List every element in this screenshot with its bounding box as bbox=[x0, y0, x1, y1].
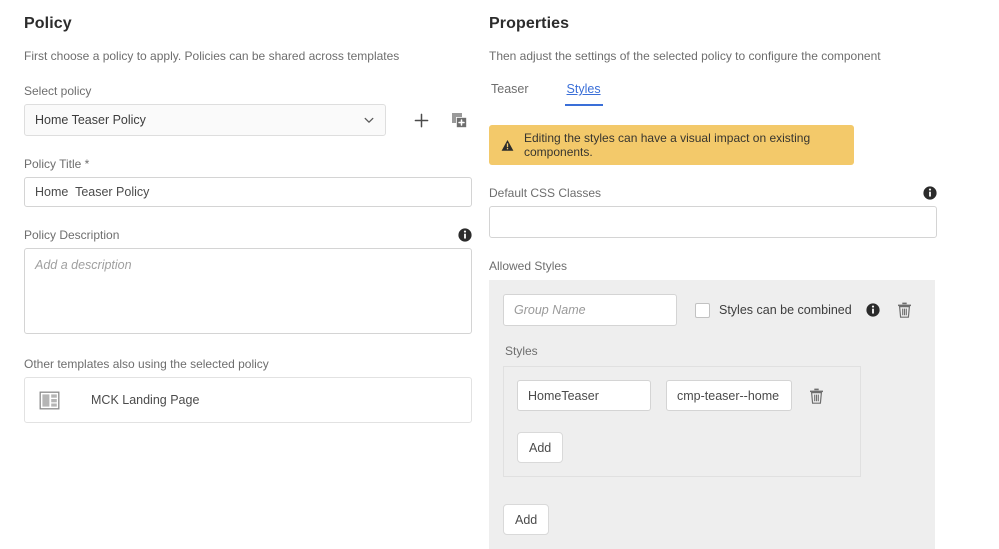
other-templates-label: Other templates also using the selected … bbox=[24, 357, 472, 371]
trash-icon bbox=[809, 388, 824, 404]
other-templates-list: MCK Landing Page bbox=[24, 377, 472, 423]
default-css-classes-label-row: Default CSS Classes bbox=[489, 186, 937, 200]
policy-panel-subtitle: First choose a policy to apply. Policies… bbox=[24, 49, 472, 63]
copy-add-icon bbox=[451, 112, 468, 129]
info-icon[interactable] bbox=[866, 303, 880, 317]
select-policy-label: Select policy bbox=[24, 84, 472, 98]
warning-triangle-icon bbox=[501, 139, 514, 152]
properties-panel-title: Properties bbox=[489, 15, 937, 33]
info-icon[interactable] bbox=[923, 186, 937, 200]
properties-panel-subtitle: Then adjust the settings of the selected… bbox=[489, 49, 937, 63]
delete-group-button[interactable] bbox=[897, 302, 912, 318]
properties-panel: Properties Then adjust the settings of t… bbox=[489, 0, 937, 549]
styles-warning-text: Editing the styles can have a visual imp… bbox=[524, 131, 842, 159]
tab-styles[interactable]: Styles bbox=[565, 82, 603, 106]
policy-title-label: Policy Title * bbox=[24, 157, 472, 171]
styles-warning-banner: Editing the styles can have a visual imp… bbox=[489, 125, 854, 165]
template-name: MCK Landing Page bbox=[91, 393, 199, 407]
add-style-button[interactable]: Add bbox=[517, 432, 563, 463]
info-icon[interactable] bbox=[458, 228, 472, 242]
select-policy-row: Home Teaser Policy bbox=[24, 104, 472, 136]
styles-list-container: Add bbox=[503, 366, 861, 477]
default-css-classes-input[interactable] bbox=[489, 206, 937, 238]
styles-can-be-combined-label: Styles can be combined bbox=[719, 303, 852, 317]
trash-icon bbox=[897, 302, 912, 318]
policy-properties-screen: Policy First choose a policy to apply. P… bbox=[0, 0, 999, 544]
list-item[interactable]: MCK Landing Page bbox=[39, 390, 199, 411]
policy-panel-title: Policy bbox=[24, 15, 472, 33]
styles-sub-label: Styles bbox=[505, 344, 921, 358]
allowed-styles-label: Allowed Styles bbox=[489, 259, 937, 273]
copy-policy-button[interactable] bbox=[446, 107, 472, 133]
policy-title-input[interactable] bbox=[24, 177, 472, 207]
plus-icon bbox=[414, 113, 429, 128]
group-name-input[interactable] bbox=[503, 294, 677, 326]
add-policy-button[interactable] bbox=[408, 107, 434, 133]
style-group-row: Styles can be combined bbox=[503, 294, 921, 326]
style-css-class-input[interactable] bbox=[666, 380, 792, 411]
delete-style-button[interactable] bbox=[809, 388, 824, 404]
chevron-down-icon bbox=[363, 114, 375, 126]
allowed-styles-container: Styles can be combined bbox=[489, 280, 935, 549]
default-css-classes-label: Default CSS Classes bbox=[489, 186, 601, 200]
select-policy-dropdown[interactable]: Home Teaser Policy bbox=[24, 104, 386, 136]
policy-description-label: Policy Description bbox=[24, 228, 119, 242]
template-layout-icon bbox=[39, 390, 60, 411]
tab-teaser[interactable]: Teaser bbox=[489, 82, 531, 106]
style-name-input[interactable] bbox=[517, 380, 651, 411]
policy-description-label-row: Policy Description bbox=[24, 228, 472, 242]
properties-tabs: Teaser Styles bbox=[489, 82, 937, 106]
policy-panel: Policy First choose a policy to apply. P… bbox=[24, 0, 472, 423]
policy-description-textarea[interactable] bbox=[24, 248, 472, 334]
select-policy-value: Home Teaser Policy bbox=[35, 113, 146, 127]
styles-can-be-combined-checkbox[interactable] bbox=[695, 303, 710, 318]
add-style-group-button[interactable]: Add bbox=[503, 504, 549, 535]
table-row bbox=[517, 380, 847, 411]
